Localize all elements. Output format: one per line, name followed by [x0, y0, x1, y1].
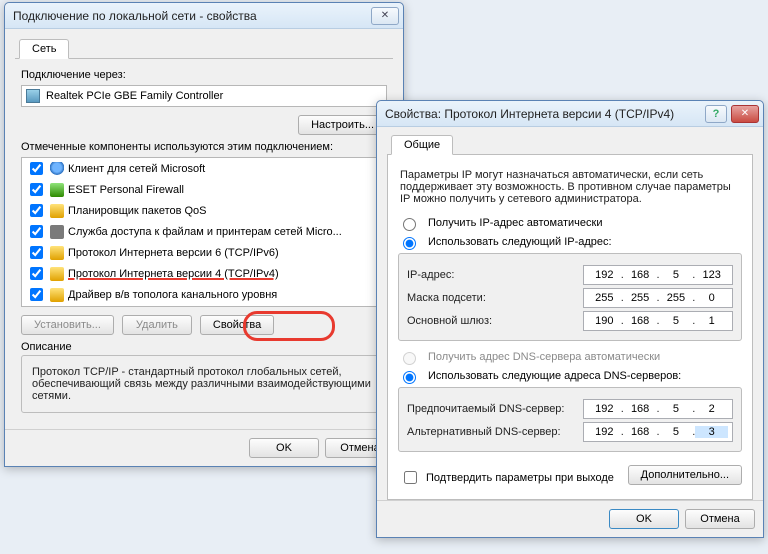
item-icon: [50, 183, 64, 197]
list-item[interactable]: Драйвер в/в тополога канального уровня: [22, 284, 386, 305]
description-text: Протокол TCP/IP - стандартный протокол г…: [30, 364, 378, 406]
list-item[interactable]: Клиент для сетей Microsoft: [22, 158, 386, 179]
item-checkbox[interactable]: [30, 204, 43, 217]
list-item[interactable]: ESET Personal Firewall: [22, 179, 386, 200]
configure-button[interactable]: Настроить...: [298, 115, 387, 135]
item-icon: [50, 288, 64, 302]
adapter-icon: [26, 89, 40, 103]
gateway-label: Основной шлюз:: [407, 315, 577, 327]
item-label: ESET Personal Firewall: [68, 184, 184, 196]
item-label: Протокол Интернета версии 4 (TCP/IPv4): [68, 268, 279, 280]
item-label: Драйвер в/в тополога канального уровня: [68, 289, 277, 301]
hint-text: Параметры IP могут назначаться автоматич…: [400, 169, 740, 205]
ip-auto-radio[interactable]: Получить IP-адрес автоматически: [398, 215, 742, 231]
ip-address-label: IP-адрес:: [407, 269, 577, 281]
subnet-mask-label: Маска подсети:: [407, 292, 577, 304]
item-label: Протокол Интернета версии 6 (TCP/IPv6): [68, 247, 279, 259]
advanced-button[interactable]: Дополнительно...: [628, 465, 742, 485]
item-label: Клиент для сетей Microsoft: [68, 163, 205, 175]
properties-button[interactable]: Свойства: [200, 315, 274, 335]
item-label: Планировщик пакетов QoS: [68, 205, 207, 217]
install-button[interactable]: Установить...: [21, 315, 114, 335]
cancel-button[interactable]: Отмена: [685, 509, 755, 529]
components-listbox[interactable]: Клиент для сетей Microsoft ESET Personal …: [21, 157, 387, 307]
item-icon: [50, 204, 64, 218]
list-item[interactable]: Служба доступа к файлам и принтерам сете…: [22, 221, 386, 242]
close-icon[interactable]: ✕: [731, 105, 759, 123]
item-checkbox[interactable]: [30, 267, 43, 280]
window-title: Свойства: Протокол Интернета версии 4 (T…: [385, 107, 705, 121]
list-item[interactable]: Ответчик обнаружения топологии канальног…: [22, 305, 386, 307]
item-icon: [50, 246, 64, 260]
close-icon[interactable]: ✕: [371, 7, 399, 25]
gateway-input[interactable]: 190.168.5.1: [583, 311, 733, 331]
dns-manual-radio[interactable]: Использовать следующие адреса DNS-сервер…: [398, 368, 742, 384]
validate-checkbox[interactable]: [404, 471, 417, 484]
ok-button[interactable]: OK: [249, 438, 319, 458]
tab-general[interactable]: Общие: [391, 135, 453, 155]
connect-via-label: Подключение через:: [21, 69, 387, 81]
tabstrip: Сеть: [15, 37, 393, 59]
tab-network[interactable]: Сеть: [19, 39, 69, 59]
window-title: Подключение по локальной сети - свойства: [13, 9, 369, 23]
item-label: Служба доступа к файлам и принтерам сете…: [68, 226, 342, 238]
item-icon: [50, 267, 64, 281]
subnet-mask-input[interactable]: 255.255.255.0: [583, 288, 733, 308]
list-item[interactable]: Планировщик пакетов QoS: [22, 200, 386, 221]
lan-properties-window: Подключение по локальной сети - свойства…: [4, 2, 404, 467]
tabstrip: Общие: [387, 133, 753, 155]
dns1-input[interactable]: 192.168.5.2: [583, 399, 733, 419]
item-checkbox[interactable]: [30, 162, 43, 175]
list-item[interactable]: Протокол Интернета версии 4 (TCP/IPv4): [22, 263, 386, 284]
help-icon[interactable]: ?: [705, 105, 727, 123]
list-item[interactable]: Протокол Интернета версии 6 (TCP/IPv6): [22, 242, 386, 263]
item-checkbox[interactable]: [30, 288, 43, 301]
item-icon: [50, 162, 64, 176]
dns2-label: Альтернативный DNS-сервер:: [407, 426, 577, 438]
remove-button[interactable]: Удалить: [122, 315, 192, 335]
dns2-input[interactable]: 192.168.5.3: [583, 422, 733, 442]
item-checkbox[interactable]: [30, 246, 43, 259]
components-label: Отмеченные компоненты используются этим …: [21, 141, 387, 153]
item-checkbox[interactable]: [30, 183, 43, 196]
item-icon: [50, 225, 64, 239]
ipv4-properties-window: Свойства: Протокол Интернета версии 4 (T…: [376, 100, 764, 538]
dns-auto-radio: Получить адрес DNS-сервера автоматически: [398, 349, 742, 365]
dns1-label: Предпочитаемый DNS-сервер:: [407, 403, 577, 415]
ip-manual-radio[interactable]: Использовать следующий IP-адрес:: [398, 234, 742, 250]
adapter-name: Realtek PCIe GBE Family Controller: [46, 90, 223, 102]
ok-button[interactable]: OK: [609, 509, 679, 529]
titlebar[interactable]: Свойства: Протокол Интернета версии 4 (T…: [377, 101, 763, 127]
validate-label: Подтвердить параметры при выходе: [426, 472, 614, 484]
description-title: Описание: [21, 341, 387, 353]
item-checkbox[interactable]: [30, 225, 43, 238]
titlebar[interactable]: Подключение по локальной сети - свойства…: [5, 3, 403, 29]
ip-address-input[interactable]: 192.168.5.123: [583, 265, 733, 285]
